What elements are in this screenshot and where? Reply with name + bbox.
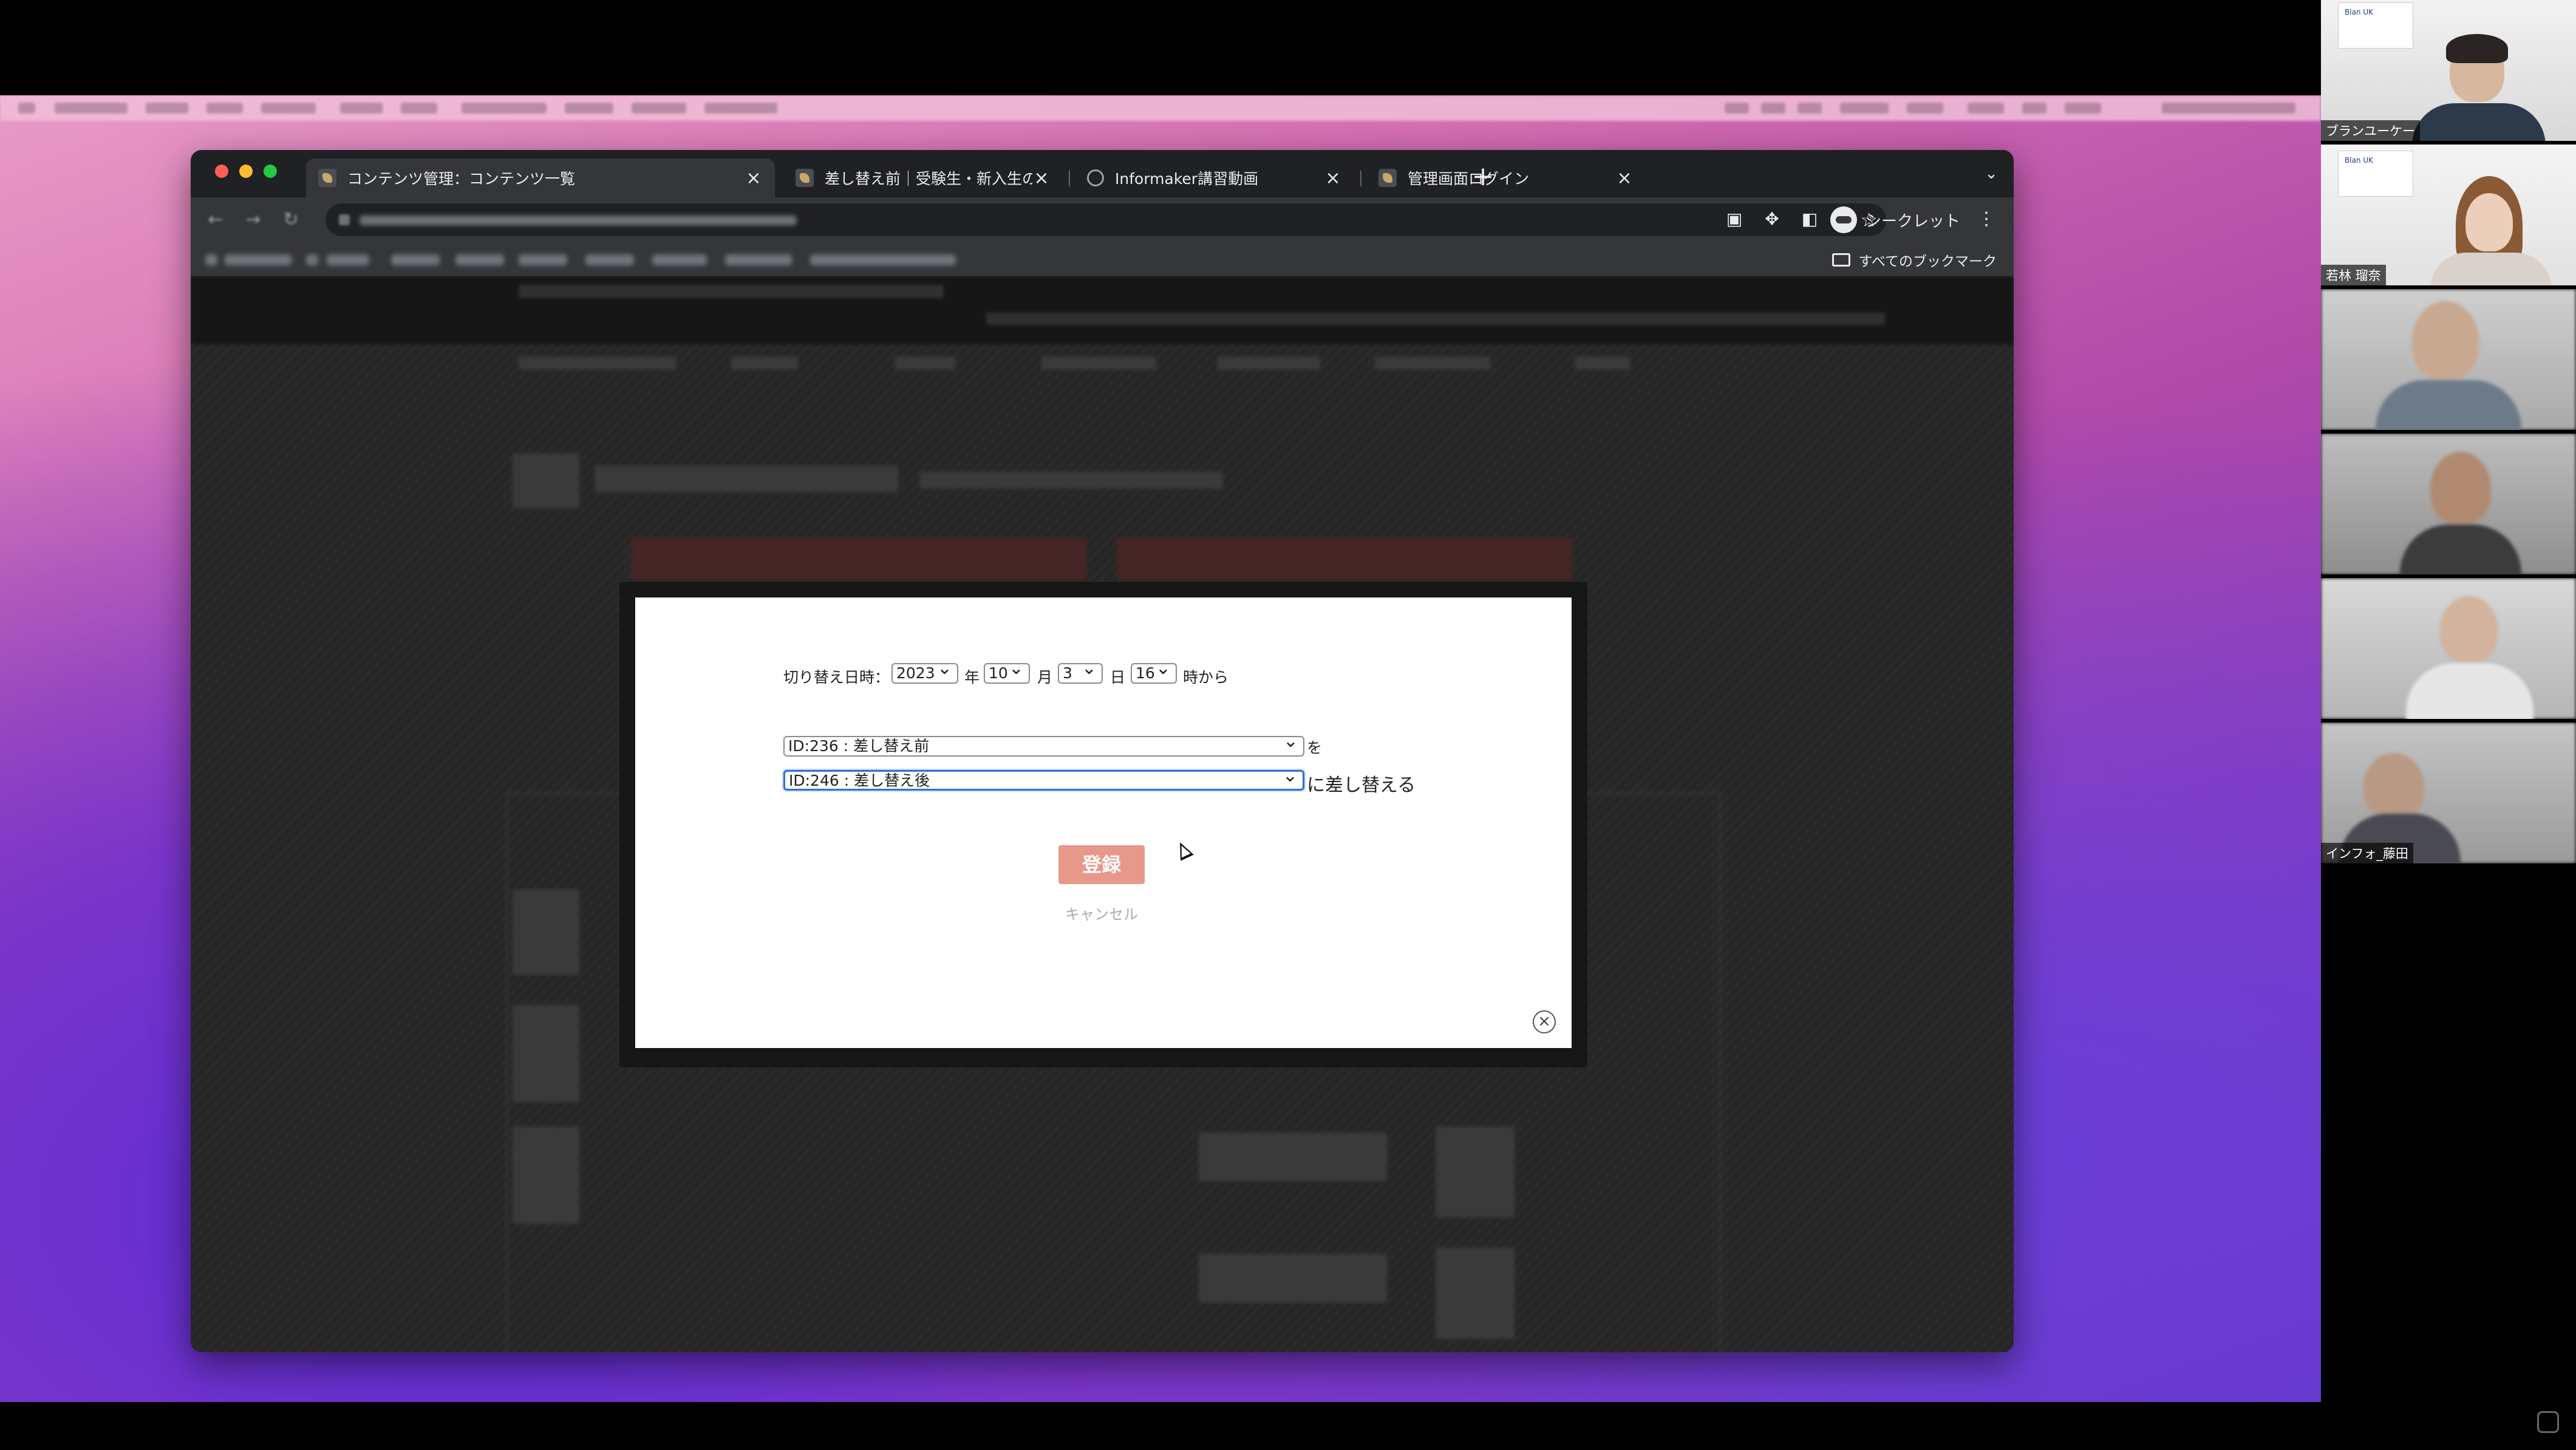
tab-title: 管理画面ログイン (1408, 170, 1530, 188)
site-favicon-icon (796, 169, 814, 187)
browser-toolbar: ← → ↻ ☆ ▣ ✥ ◧ シークレット ⋮ (191, 197, 2014, 242)
hour-suffix-label: 時から (1183, 669, 1229, 686)
tab-title: コンテンツ管理：コンテンツ一覧 (347, 170, 576, 188)
site-favicon-icon (318, 169, 336, 187)
year-select[interactable]: 2023 (891, 663, 958, 684)
all-bookmarks-button[interactable]: すべてのブックマーク (1831, 250, 1997, 270)
day-select[interactable]: 3 (1058, 663, 1103, 684)
close-icon[interactable]: × (1032, 168, 1051, 189)
side-panel-icon[interactable]: ◧ (1800, 209, 1819, 229)
minimize-window-button[interactable] (239, 165, 253, 178)
participant-name: インフォ_藤田 (2321, 843, 2413, 863)
cancel-link[interactable]: キャンセル (1060, 902, 1143, 924)
close-icon[interactable]: × (1324, 168, 1342, 189)
shared-screen: コンテンツ管理：コンテンツ一覧 × 差し替え前｜受験生・新入生の方へ × Inf… (0, 0, 2321, 1450)
participant-gallery: Blan UK ブランユーケー Blan UK 若林 瑠奈 インフォ_藤田 (2321, 0, 2576, 863)
incognito-icon (1830, 206, 1857, 233)
back-arrow-icon[interactable]: ← (205, 209, 226, 230)
close-window-button[interactable] (215, 165, 228, 178)
close-icon[interactable]: × (1533, 1010, 1556, 1033)
macos-menubar (0, 95, 2321, 121)
url-text-blurred (359, 216, 797, 225)
source-content-select[interactable]: ID:236 : 差し替え前 (783, 736, 1304, 757)
participant-tile[interactable] (2321, 578, 2576, 719)
participant-name: 若林 瑠奈 (2321, 265, 2386, 285)
incognito-profile-button[interactable]: シークレット (1830, 205, 1960, 235)
company-logo: Blan UK (2338, 2, 2413, 49)
register-button[interactable]: 登録 (1058, 845, 1145, 884)
forward-arrow-icon[interactable]: → (243, 209, 264, 230)
bookmarks-bar: すべてのブックマーク (191, 242, 2014, 276)
reload-icon[interactable]: ↻ (281, 209, 301, 230)
address-bar[interactable]: ☆ (325, 203, 1886, 236)
more-menu-icon[interactable]: ⋮ (1977, 208, 1995, 230)
replace-schedule-modal: 切り替え日時： 2023 年 10 月 3 日 16 時から ID:236 : … (635, 597, 1572, 1048)
close-icon[interactable]: × (745, 168, 763, 189)
participant-tile[interactable]: Blan UK 若林 瑠奈 (2321, 145, 2576, 285)
profile-label: シークレット (1866, 212, 1961, 231)
tab-before-replace[interactable]: 差し替え前｜受験生・新入生の方へ × (783, 158, 1063, 197)
tab-admin-login[interactable]: 管理画面ログイン × (1366, 158, 1646, 197)
month-select[interactable]: 10 (984, 663, 1030, 684)
target-suffix-label: に差し替える (1307, 775, 1416, 796)
participant-tile[interactable]: Blan UK ブランユーケー (2321, 0, 2576, 141)
site-favicon-icon (1378, 169, 1397, 187)
participant-tile[interactable] (2321, 434, 2576, 574)
year-unit-label: 年 (964, 669, 980, 686)
tab-title: 差し替え前｜受験生・新入生の方へ (825, 170, 1032, 188)
site-info-icon[interactable] (339, 214, 350, 225)
tab-content-list[interactable]: コンテンツ管理：コンテンツ一覧 × (306, 158, 775, 197)
source-suffix-label: を (1307, 739, 1323, 757)
puzzle-icon[interactable]: ✥ (1762, 209, 1782, 229)
company-logo: Blan UK (2338, 151, 2413, 197)
hour-select[interactable]: 16 (1131, 663, 1177, 684)
fit-screen-icon[interactable] (2537, 1411, 2559, 1433)
chevron-down-icon[interactable]: ⌄ (1985, 165, 1998, 183)
close-icon[interactable]: × (1615, 168, 1634, 189)
tab-strip: コンテンツ管理：コンテンツ一覧 × 差し替え前｜受験生・新入生の方へ × Inf… (191, 150, 2014, 197)
zoom-window-button[interactable] (264, 165, 277, 178)
folder-icon (1831, 253, 1850, 267)
participant-tile[interactable]: インフォ_藤田 (2321, 723, 2576, 863)
participant-tile[interactable] (2321, 289, 2576, 430)
globe-icon (1087, 169, 1104, 186)
day-unit-label: 日 (1110, 669, 1126, 686)
all-bookmarks-label: すべてのブックマーク (1858, 254, 1997, 270)
new-tab-button[interactable]: + (1467, 161, 1499, 192)
tab-informaker-video[interactable]: Informaker講習動画 × (1075, 158, 1354, 197)
switch-datetime-label: 切り替え日時： (783, 669, 890, 686)
participant-name: ブランユーケー (2321, 120, 2420, 141)
extension-square-icon[interactable]: ▣ (1725, 209, 1744, 229)
month-unit-label: 月 (1037, 669, 1053, 686)
tab-title: Informaker講習動画 (1115, 170, 1259, 188)
target-content-select[interactable]: ID:246 : 差し替え後 (783, 770, 1304, 791)
